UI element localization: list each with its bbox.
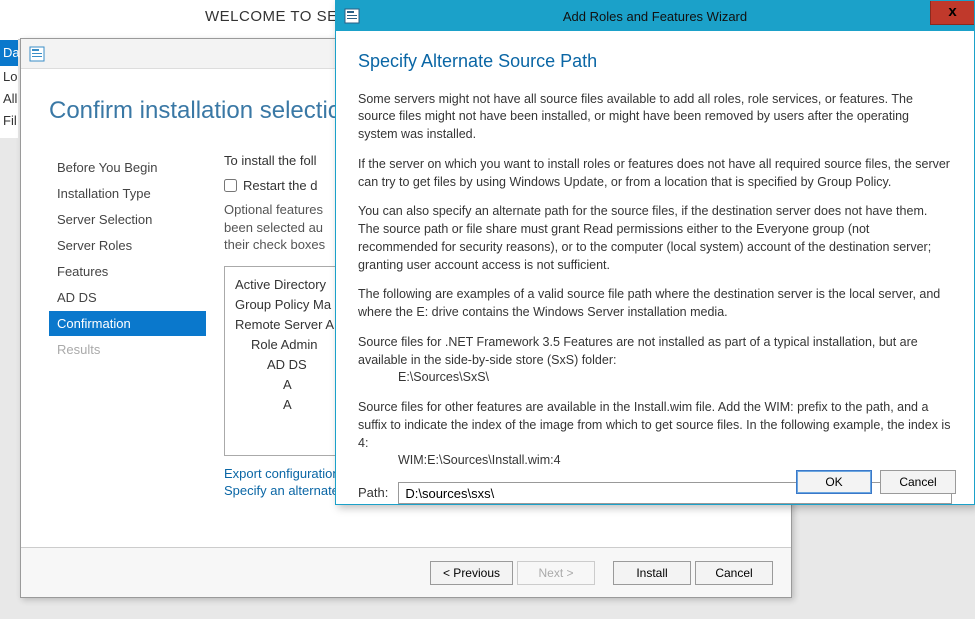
step-features[interactable]: Features — [49, 259, 206, 284]
step-server-roles[interactable]: Server Roles — [49, 233, 206, 258]
cancel-button[interactable]: Cancel — [695, 561, 773, 585]
example-path: E:\Sources\SxS\ — [358, 370, 489, 384]
dialog-paragraph: You can also specify an alternate path f… — [358, 203, 952, 274]
alt-source-path-dialog: Add Roles and Features Wizard x Specify … — [335, 0, 975, 505]
wizard-steps-list: Before You Begin Installation Type Serve… — [21, 145, 206, 543]
dialog-heading: Specify Alternate Source Path — [358, 49, 952, 75]
dialog-cancel-button[interactable]: Cancel — [880, 470, 956, 494]
wizard-app-icon — [29, 46, 45, 62]
dialog-titlebar[interactable]: Add Roles and Features Wizard x — [336, 1, 974, 31]
dialog-paragraph: Source files for .NET Framework 3.5 Feat… — [358, 334, 952, 387]
dialog-footer: OK Cancel — [336, 460, 974, 504]
install-button[interactable]: Install — [613, 561, 691, 585]
left-item-local[interactable]: Lo — [0, 69, 17, 84]
dialog-body: Specify Alternate Source Path Some serve… — [336, 31, 974, 516]
restart-checkbox[interactable] — [224, 179, 237, 192]
close-icon[interactable]: x — [930, 1, 974, 25]
left-item-file[interactable]: Fil — [0, 113, 17, 128]
left-item-dashboard[interactable]: Da — [0, 40, 18, 66]
left-nav-truncated: Da Lo All Fil — [0, 38, 18, 138]
step-server-selection[interactable]: Server Selection — [49, 207, 206, 232]
dialog-app-icon — [344, 8, 360, 24]
step-installation-type[interactable]: Installation Type — [49, 181, 206, 206]
step-ad-ds[interactable]: AD DS — [49, 285, 206, 310]
left-item-all[interactable]: All — [0, 91, 17, 106]
previous-button[interactable]: < Previous — [430, 561, 513, 585]
step-results: Results — [49, 337, 206, 362]
wizard-footer: < Previous Next > Install Cancel — [21, 547, 791, 597]
next-button: Next > — [517, 561, 595, 585]
step-confirmation[interactable]: Confirmation — [49, 311, 206, 336]
restart-label: Restart the d — [243, 178, 317, 193]
ok-button[interactable]: OK — [796, 470, 872, 494]
dialog-title-text: Add Roles and Features Wizard — [563, 9, 747, 24]
dialog-paragraph: Some servers might not have all source f… — [358, 91, 952, 144]
dialog-paragraph: If the server on which you want to insta… — [358, 156, 952, 192]
dialog-paragraph: The following are examples of a valid so… — [358, 286, 952, 322]
step-before-you-begin[interactable]: Before You Begin — [49, 155, 206, 180]
